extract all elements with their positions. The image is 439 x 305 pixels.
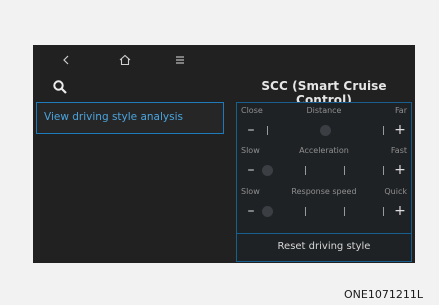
reset-driving-style-button[interactable]: Reset driving style (237, 233, 411, 260)
back-icon[interactable] (58, 52, 74, 66)
acceleration-slider-knob[interactable] (261, 165, 273, 176)
acceleration-decrease-button[interactable]: – (244, 163, 258, 177)
response-speed-max-label: Quick (384, 187, 407, 196)
slider-tick (343, 207, 345, 216)
distance-slider[interactable] (267, 125, 384, 136)
slider-tick (383, 166, 384, 175)
response-speed-slider[interactable] (261, 206, 384, 217)
distance-decrease-button[interactable]: – (244, 123, 258, 137)
slider-tick (305, 207, 307, 216)
home-icon[interactable] (117, 52, 133, 66)
slider-tick (383, 207, 384, 216)
response-speed-decrease-button[interactable]: – (244, 204, 258, 218)
response-speed-slider-knob[interactable] (261, 206, 273, 217)
response-speed-increase-button[interactable]: + (393, 204, 407, 218)
acceleration-max-label: Fast (390, 146, 407, 155)
figure-code: ONE1071211L (344, 288, 423, 301)
slider-tick (343, 166, 345, 175)
driving-style-settings-panel: Close Distance Far – + Slow Acceleration… (236, 102, 412, 262)
distance-slider-knob[interactable] (319, 125, 331, 136)
slider-tick (383, 126, 384, 135)
slider-tick (267, 126, 268, 135)
infotainment-screen: SCC (Smart Cruise Control) View driving … (33, 45, 415, 263)
menu-icon[interactable] (172, 52, 188, 66)
acceleration-label: Acceleration (299, 146, 349, 155)
slider-tick (305, 166, 307, 175)
distance-max-label: Far (394, 106, 407, 115)
view-driving-style-analysis-item[interactable]: View driving style analysis (36, 102, 224, 134)
figure-frame: SCC (Smart Cruise Control) View driving … (0, 0, 439, 305)
distance-increase-button[interactable]: + (393, 123, 407, 137)
acceleration-slider[interactable] (261, 165, 384, 176)
top-nav-bar (33, 45, 415, 73)
search-icon[interactable] (52, 79, 68, 95)
distance-label: Distance (306, 106, 342, 115)
list-item-label: View driving style analysis (44, 111, 183, 123)
acceleration-increase-button[interactable]: + (393, 163, 407, 177)
